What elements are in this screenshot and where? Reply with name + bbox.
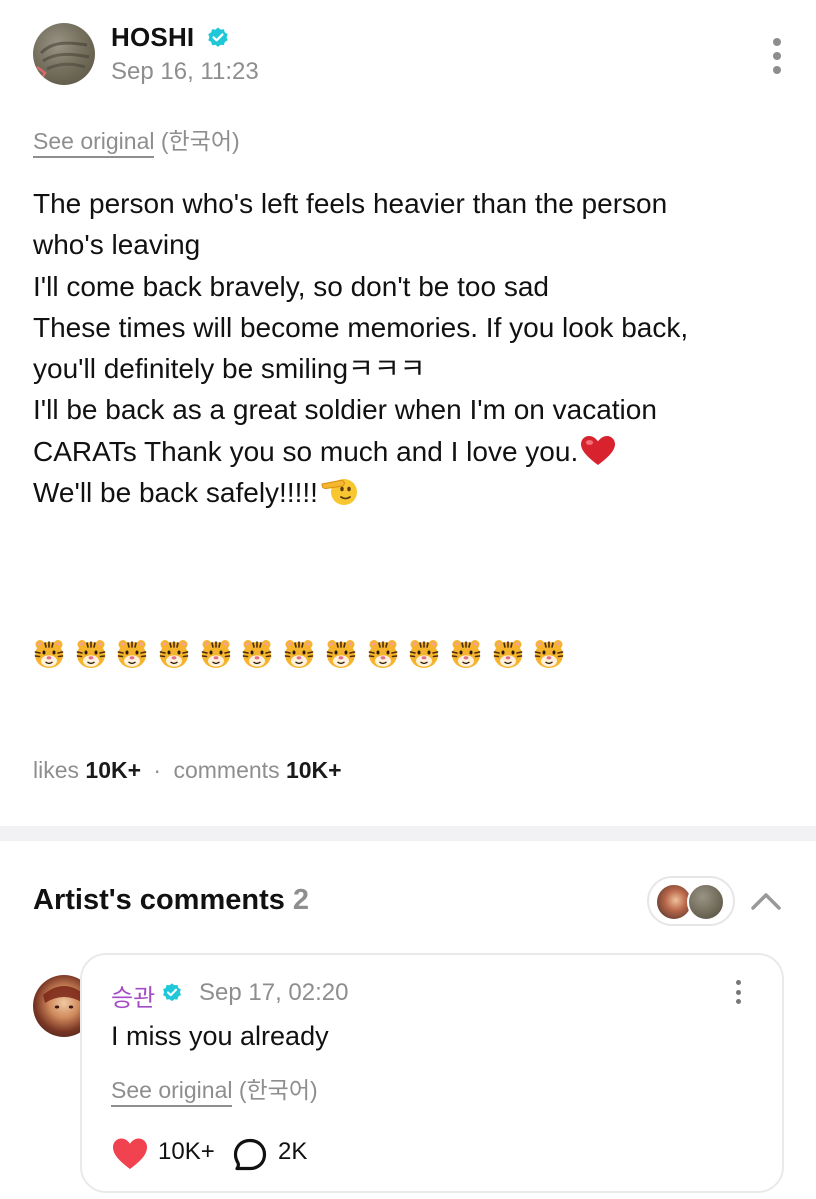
author-name[interactable]: HOSHI [111,22,194,53]
tiger-face-emoji-icon [451,640,481,668]
comment-reply-count: 2K [278,1138,308,1165]
comment-text: I miss you already [111,1021,329,1051]
artist-avatar-stack[interactable] [647,876,735,926]
artist-comments-label: Artist's comments [33,884,285,916]
tiger-face-emoji-icon [201,640,231,668]
post-line: you'll definitely be smilingㅋㅋㅋ [33,353,426,385]
comment-see-original-link[interactable]: See original [111,1077,233,1107]
post-stats: likes 10K+ · comments 10K+ [33,757,342,784]
stats-separator: · [153,757,162,783]
artist-comments-title: Artist's comments 2 [33,884,309,917]
artist-avatar-mini [687,883,725,921]
artist-comments-count: 2 [292,884,310,916]
comment-author-name[interactable]: 승관 [111,978,155,1013]
post-see-original: See original (한국어) [33,122,240,158]
tiger-face-emoji-icon [409,640,439,668]
post-line-love-text: CARATs Thank you so much and I love you. [33,435,579,467]
post-line-safely: We'll be back safely!!!!! [33,472,793,513]
comments-count[interactable]: 10K+ [286,757,342,783]
post-body: The person who's left feels heavier than… [33,183,793,513]
post-line: I'll come back bravely, so don't be too … [33,270,550,302]
post-header: HOSHI Sep 16, 11:23 [0,0,816,110]
author-avatar[interactable] [33,23,95,85]
tiger-face-emoji-icon [76,640,105,668]
verified-check-icon [208,27,228,47]
reply-bubble-icon[interactable] [232,1137,268,1173]
tiger-emoji-row [33,638,565,678]
tiger-face-emoji-icon [243,640,272,668]
tiger-face-emoji-icon [534,640,564,668]
likes-label: likes [33,757,80,783]
tiger-face-emoji-icon [326,640,356,668]
section-divider [0,826,816,841]
post-line-love: CARATs Thank you so much and I love you. [33,431,793,472]
post-line: The person who's left feels heavier than… [33,188,668,219]
comment-like-count: 10K+ [158,1138,215,1165]
comments-label: comments [173,757,280,783]
comment-more-options-icon[interactable] [726,980,750,1010]
comment-timestamp: Sep 17, 02:20 [199,979,349,1006]
tiger-face-emoji-icon [368,640,397,668]
red-heart-emoji-icon [581,435,616,465]
likes-count[interactable]: 10K+ [85,757,141,783]
see-original-link[interactable]: See original [33,128,155,158]
verified-check-icon [163,983,181,1002]
post-more-options-icon[interactable] [762,38,792,82]
tiger-face-emoji-icon [34,640,64,668]
tiger-face-emoji-icon [284,640,314,668]
tiger-face-emoji-icon [159,640,189,668]
heart-icon[interactable] [111,1137,149,1171]
post-line: who's leaving [33,229,201,261]
post-line: I'll be back as a great soldier when I'm… [33,394,657,426]
tiger-face-emoji-icon [493,640,522,668]
chevron-up-icon[interactable] [748,884,784,916]
comment-original-language: (한국어) [238,1077,318,1103]
original-language: (한국어) [160,128,240,154]
comment-see-original: See original (한국어) [111,1071,318,1107]
post-line: These times will become memories. If you… [33,311,689,343]
saluting-face-emoji-icon [321,479,357,506]
post-line-safely-text: We'll be back safely!!!!! [33,477,318,509]
tiger-face-emoji-icon [118,640,147,668]
post-timestamp: Sep 16, 11:23 [111,58,259,85]
